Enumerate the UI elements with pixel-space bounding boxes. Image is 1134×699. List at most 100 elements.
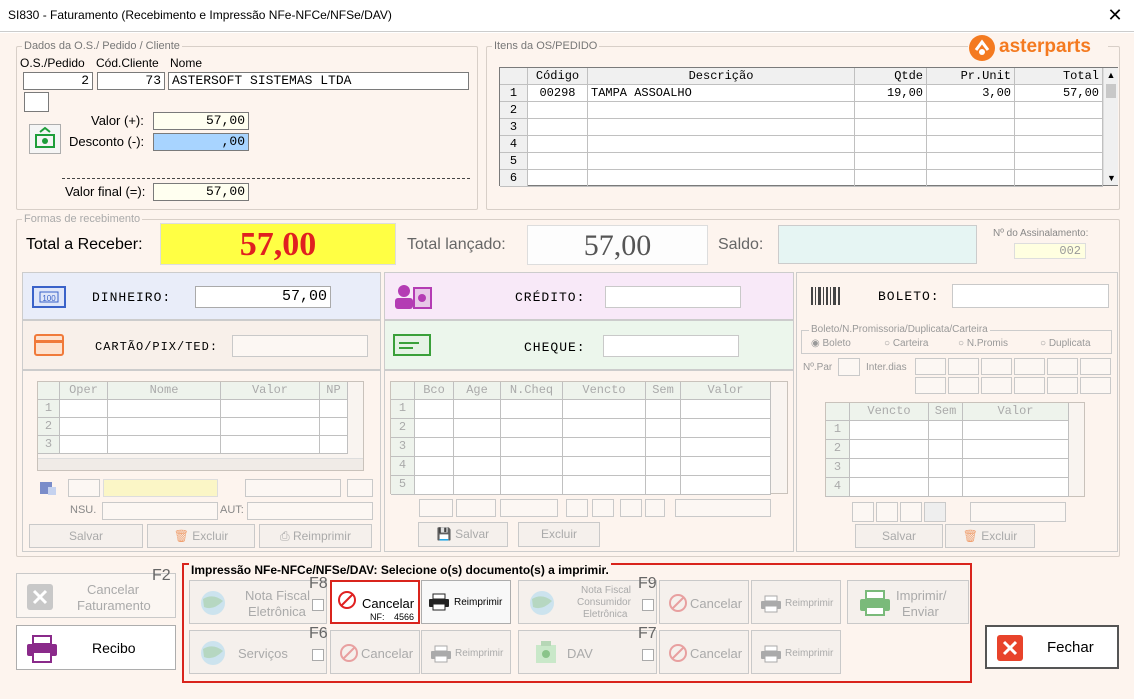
cartao-aux2[interactable] xyxy=(103,479,218,497)
imprimir-enviar-button[interactable]: Imprimir/ Enviar xyxy=(847,580,969,624)
credito-field[interactable] xyxy=(605,286,741,308)
interdias-field[interactable] xyxy=(1047,377,1078,394)
itens-grid[interactable]: Código Descrição Qtde Pr.Unit Total 1 002… xyxy=(499,67,1118,187)
table-cell[interactable] xyxy=(963,459,1069,478)
table-cell[interactable] xyxy=(588,119,855,136)
table-cell[interactable] xyxy=(221,436,320,454)
cheque-aux4[interactable] xyxy=(566,499,588,517)
interdias-field[interactable] xyxy=(1014,377,1045,394)
dav-reimprimir-button[interactable]: Reimprimir xyxy=(751,630,841,674)
table-cell[interactable] xyxy=(528,136,588,153)
interdias-field[interactable] xyxy=(981,358,1012,375)
table-cell[interactable] xyxy=(929,440,963,459)
table-cell[interactable] xyxy=(1015,102,1103,119)
table-cell[interactable] xyxy=(855,119,927,136)
table-cell[interactable] xyxy=(850,421,929,440)
table-cell[interactable] xyxy=(681,476,771,495)
interdias-field[interactable] xyxy=(915,377,946,394)
cartao-aux1[interactable] xyxy=(68,479,100,497)
itens-scrollbar[interactable]: ▲ ▼ xyxy=(1103,68,1118,185)
table-cell[interactable] xyxy=(927,170,1015,187)
cheque-grid[interactable]: Bco Age N.Cheq Vencto Sem Valor 12345 xyxy=(390,381,788,495)
table-cell[interactable] xyxy=(454,419,501,438)
interdias-field[interactable] xyxy=(915,358,946,375)
boleto-aux2[interactable] xyxy=(876,502,898,522)
table-cell[interactable] xyxy=(927,102,1015,119)
cheque-salvar-button[interactable]: 💾 Salvar xyxy=(418,522,508,547)
interdias-field[interactable] xyxy=(981,377,1012,394)
nfe-cancelar-button[interactable]: Cancelar NF: 4566 xyxy=(330,580,420,624)
boleto-grid[interactable]: Vencto Sem Valor 1234 xyxy=(825,402,1085,497)
table-cell[interactable] xyxy=(646,438,681,457)
interdias-field[interactable] xyxy=(1080,358,1111,375)
cartao-field[interactable] xyxy=(232,335,368,357)
table-cell[interactable] xyxy=(850,440,929,459)
dinheiro-field[interactable]: 57,00 xyxy=(195,286,331,308)
fechar-button[interactable]: Fechar xyxy=(985,625,1119,669)
radio-boleto[interactable]: ◉ Boleto xyxy=(811,338,851,349)
scroll-down-icon[interactable]: ▼ xyxy=(1104,171,1119,185)
boleto-field[interactable] xyxy=(952,284,1109,308)
table-cell[interactable]: 00298 xyxy=(528,85,588,102)
table-cell[interactable] xyxy=(927,153,1015,170)
radio-duplicata[interactable]: ○ Duplicata xyxy=(1040,338,1091,349)
interdias-field[interactable] xyxy=(1080,377,1111,394)
nfe-checkbox[interactable] xyxy=(312,599,324,611)
nfe-reimprimir-button[interactable]: Reimprimir xyxy=(421,580,511,624)
table-cell[interactable] xyxy=(528,119,588,136)
cheque-excluir-button[interactable]: Excluir xyxy=(518,522,600,547)
table-cell[interactable] xyxy=(681,419,771,438)
table-cell[interactable] xyxy=(528,102,588,119)
nfce-cancelar-button[interactable]: Cancelar xyxy=(659,580,749,624)
table-cell[interactable] xyxy=(563,438,646,457)
cartao-tool-icon[interactable] xyxy=(38,479,62,499)
nfe-button[interactable]: Nota Fiscal Eletrônica xyxy=(189,580,327,624)
table-cell[interactable] xyxy=(588,170,855,187)
table-cell[interactable] xyxy=(563,476,646,495)
table-cell[interactable] xyxy=(415,457,454,476)
scroll-thumb[interactable] xyxy=(1106,84,1116,98)
cartao-aux3[interactable] xyxy=(245,479,341,497)
small-field[interactable] xyxy=(24,92,49,112)
table-cell[interactable] xyxy=(501,457,563,476)
table-cell[interactable] xyxy=(929,421,963,440)
table-cell[interactable] xyxy=(855,170,927,187)
valor-field[interactable]: 57,00 xyxy=(153,112,249,130)
table-cell[interactable]: 3,00 xyxy=(927,85,1015,102)
npar-field[interactable] xyxy=(838,358,860,376)
nfce-checkbox[interactable] xyxy=(642,599,654,611)
table-cell[interactable] xyxy=(588,102,855,119)
boleto-salvar-button[interactable]: Salvar xyxy=(855,524,943,548)
table-cell[interactable] xyxy=(221,400,320,418)
table-cell[interactable] xyxy=(681,438,771,457)
dav-checkbox[interactable] xyxy=(642,649,654,661)
servicos-button[interactable]: Serviços xyxy=(189,630,327,674)
table-cell[interactable] xyxy=(1015,153,1103,170)
cheque-aux3[interactable] xyxy=(500,499,558,517)
table-cell[interactable] xyxy=(454,457,501,476)
table-cell[interactable] xyxy=(415,419,454,438)
dav-button[interactable]: DAV xyxy=(518,630,657,674)
cartao-grid[interactable]: Oper Nome Valor NP 123 xyxy=(37,381,364,471)
table-cell[interactable] xyxy=(528,170,588,187)
interdias-field[interactable] xyxy=(948,377,979,394)
nfce-reimprimir-button[interactable]: Reimprimir xyxy=(751,580,841,624)
cod-cliente-field[interactable]: 73 xyxy=(97,72,165,90)
table-cell[interactable] xyxy=(855,136,927,153)
table-cell[interactable] xyxy=(563,400,646,419)
table-cell[interactable] xyxy=(454,438,501,457)
table-cell[interactable] xyxy=(1015,136,1103,153)
table-cell[interactable] xyxy=(415,438,454,457)
table-cell[interactable] xyxy=(528,153,588,170)
cheque-aux1[interactable] xyxy=(419,499,453,517)
boleto-aux5[interactable] xyxy=(970,502,1066,522)
table-cell[interactable] xyxy=(855,102,927,119)
refresh-money-button[interactable] xyxy=(29,124,61,154)
radio-npromis[interactable]: ○ N.Promis xyxy=(958,338,1008,349)
table-cell[interactable] xyxy=(929,459,963,478)
table-cell[interactable] xyxy=(646,400,681,419)
table-cell[interactable]: 19,00 xyxy=(855,85,927,102)
table-cell[interactable] xyxy=(929,478,963,497)
servicos-reimprimir-button[interactable]: Reimprimir xyxy=(421,630,511,674)
table-cell[interactable] xyxy=(1015,119,1103,136)
